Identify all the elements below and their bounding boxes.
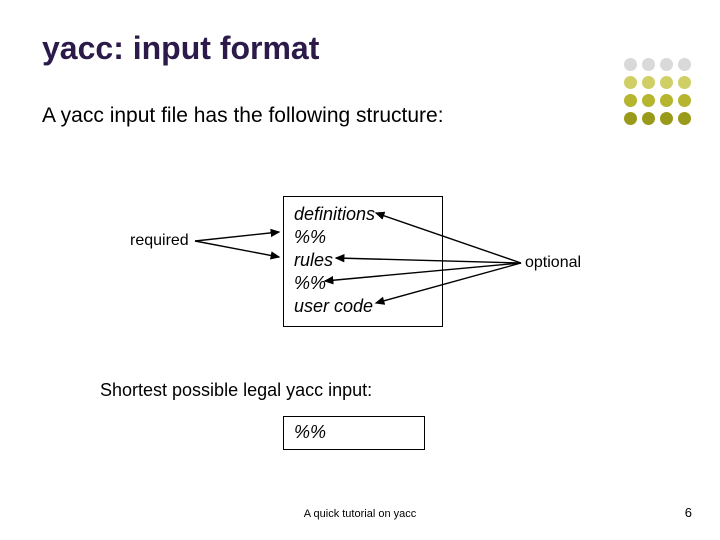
- dot-icon: [660, 112, 673, 125]
- footer-text: A quick tutorial on yacc: [0, 508, 720, 520]
- structure-line-separator: %%: [294, 272, 432, 295]
- structure-line-rules: rules: [294, 249, 432, 272]
- dot-icon: [660, 76, 673, 89]
- dot-icon: [678, 94, 691, 107]
- slide-title: yacc: input format: [42, 30, 319, 67]
- dot-icon: [660, 94, 673, 107]
- structure-box: definitions %% rules %% user code: [283, 196, 443, 327]
- dot-icon: [642, 94, 655, 107]
- dot-icon: [624, 58, 637, 71]
- dot-icon: [624, 94, 637, 107]
- shortest-label: Shortest possible legal yacc input:: [100, 380, 372, 401]
- dot-icon: [642, 112, 655, 125]
- dot-icon: [642, 76, 655, 89]
- decorative-dots: [624, 58, 692, 126]
- dot-icon: [624, 112, 637, 125]
- structure-line-usercode: user code: [294, 295, 432, 318]
- dot-icon: [660, 58, 673, 71]
- structure-line-definitions: definitions: [294, 203, 432, 226]
- arrow-required-to-sep1: [195, 232, 279, 241]
- label-optional: optional: [525, 254, 581, 272]
- dot-icon: [678, 112, 691, 125]
- page-number: 6: [685, 505, 692, 520]
- arrow-required-to-rules: [195, 241, 279, 257]
- slide-subtitle: A yacc input file has the following stru…: [42, 104, 444, 128]
- dot-icon: [624, 76, 637, 89]
- structure-line-separator: %%: [294, 226, 432, 249]
- dot-icon: [678, 76, 691, 89]
- shortest-box: %%: [283, 416, 425, 450]
- dot-icon: [642, 58, 655, 71]
- label-required: required: [130, 232, 189, 250]
- dot-icon: [678, 58, 691, 71]
